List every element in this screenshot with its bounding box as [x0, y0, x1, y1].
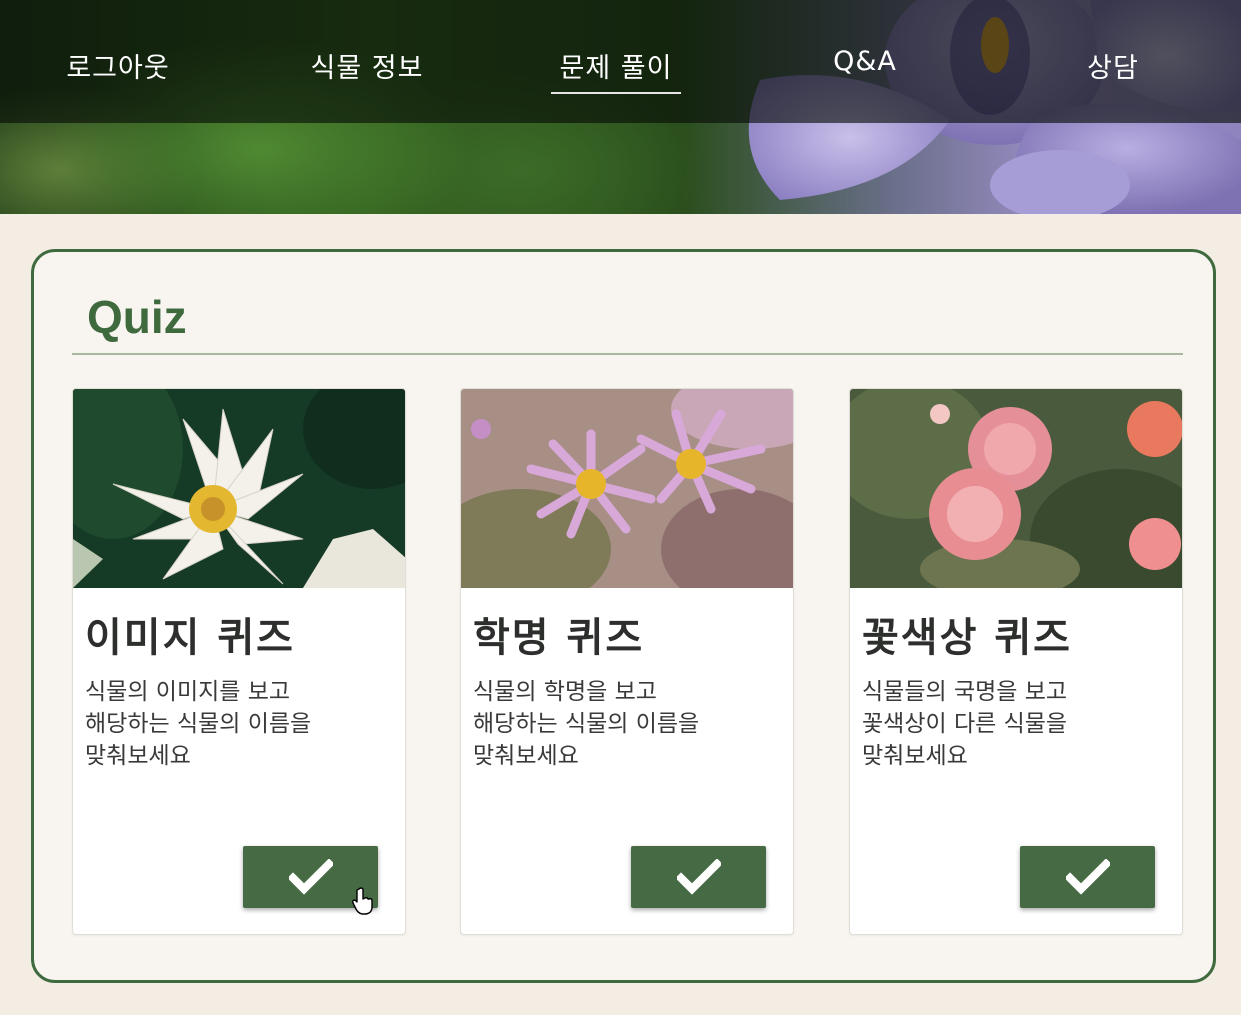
top-nav: 로그아웃 식물 정보 문제 풀이 Q&A 상담 — [0, 0, 1241, 123]
hand-pointer-cursor-icon — [352, 887, 373, 915]
check-icon — [288, 859, 333, 895]
quiz-panel: Quiz 이미지 퀴즈 식물의 이미지를 보고 해당하는 식물의 이름을 맞춰보… — [31, 249, 1216, 983]
flower-color-quiz-card: 꽃색상 퀴즈 식물들의 국명을 보고 꽃색상이 다른 식물을 맞춰보세요 — [849, 388, 1183, 935]
nav-quiz[interactable]: 문제 풀이 — [551, 46, 681, 94]
desc-line: 맞춰보세요 — [862, 743, 968, 769]
desc-line: 꽃색상이 다른 식물을 — [862, 711, 1068, 737]
check-icon — [676, 859, 721, 895]
desc-line: 식물의 이미지를 보고 — [85, 679, 291, 705]
check-icon — [1065, 859, 1110, 895]
pink-rose-photo — [850, 389, 1182, 588]
card-description: 식물들의 국명을 보고 꽃색상이 다른 식물을 맞춰보세요 — [862, 676, 1172, 772]
quiz-title: Quiz — [87, 291, 187, 343]
desc-line: 해당하는 식물의 이름을 — [85, 711, 312, 737]
desc-line: 식물의 학명을 보고 — [473, 679, 657, 705]
title-divider — [72, 353, 1183, 355]
card-title: 꽃색상 퀴즈 — [862, 615, 1072, 661]
nav-plant-info[interactable]: 식물 정보 — [305, 46, 429, 94]
start-scientific-name-quiz-button[interactable] — [631, 846, 766, 908]
nav-logout[interactable]: 로그아웃 — [60, 46, 176, 94]
card-description: 식물의 학명을 보고 해당하는 식물의 이름을 맞춰보세요 — [473, 676, 783, 772]
desc-line: 해당하는 식물의 이름을 — [473, 711, 700, 737]
card-title: 이미지 퀴즈 — [85, 615, 295, 661]
pink-daisy-photo — [461, 389, 793, 588]
desc-line: 식물들의 국명을 보고 — [862, 679, 1068, 705]
white-lotus-photo — [73, 389, 405, 588]
card-description: 식물의 이미지를 보고 해당하는 식물의 이름을 맞춰보세요 — [85, 676, 395, 772]
nav-qna[interactable]: Q&A — [826, 46, 904, 94]
desc-line: 맞춰보세요 — [85, 743, 191, 769]
image-quiz-card: 이미지 퀴즈 식물의 이미지를 보고 해당하는 식물의 이름을 맞춰보세요 — [72, 388, 406, 935]
desc-line: 맞춰보세요 — [473, 743, 579, 769]
scientific-name-quiz-card: 학명 퀴즈 식물의 학명을 보고 해당하는 식물의 이름을 맞춰보세요 — [460, 388, 794, 935]
start-flower-color-quiz-button[interactable] — [1020, 846, 1155, 908]
nav-consult[interactable]: 상담 — [1082, 46, 1144, 94]
card-title: 학명 퀴즈 — [473, 615, 645, 661]
hero-header: 로그아웃 식물 정보 문제 풀이 Q&A 상담 — [0, 0, 1241, 214]
